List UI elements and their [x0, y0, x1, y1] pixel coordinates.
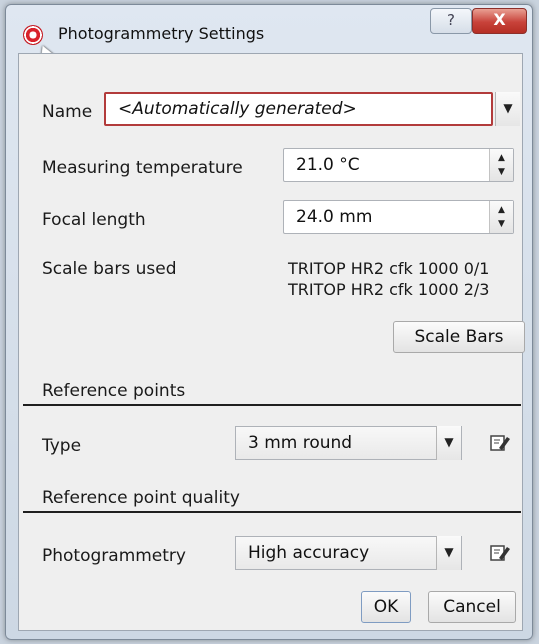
edit-icon[interactable] [489, 434, 511, 452]
help-button[interactable]: ? [430, 8, 472, 34]
type-value: 3 mm round [248, 433, 353, 453]
dropdown-arrow-icon: ▼ [444, 545, 454, 559]
name-field[interactable]: <Automatically generated> [104, 92, 493, 126]
scale-bars-label: Scale bars used [42, 259, 177, 279]
photogrammetry-value: High accuracy [248, 543, 370, 563]
section-divider [23, 404, 521, 406]
focal-length-spin-buttons[interactable]: ▲ ▼ [489, 201, 513, 233]
edit-icon[interactable] [489, 544, 511, 562]
photogrammetry-label: Photogrammetry [42, 546, 186, 566]
dialog-window: Photogrammetry Settings ? X Name <Automa… [5, 4, 533, 640]
scale-bars-button[interactable]: Scale Bars [393, 321, 525, 353]
cancel-button[interactable]: Cancel [428, 591, 516, 623]
window-title: Photogrammetry Settings [58, 24, 265, 43]
focal-length-label: Focal length [42, 210, 146, 230]
spinner-icon: ▲ ▼ [498, 153, 505, 177]
type-label: Type [42, 436, 82, 456]
help-icon: ? [447, 11, 455, 29]
app-icon [23, 25, 43, 45]
reference-points-heading: Reference points [42, 381, 186, 401]
temperature-spin-buttons[interactable]: ▲ ▼ [489, 149, 513, 181]
name-label: Name [42, 102, 93, 122]
section-divider [23, 511, 521, 513]
type-dropdown-button[interactable]: ▼ [436, 426, 461, 460]
name-dropdown-button[interactable]: ▼ [495, 92, 520, 126]
photogrammetry-combobox[interactable]: High accuracy ▼ [235, 536, 462, 570]
temperature-spinbox[interactable]: 21.0 °C ▲ ▼ [283, 148, 514, 182]
close-icon: X [493, 10, 506, 29]
scale-bar-item: TRITOP HR2 cfk 1000 0/1 [288, 259, 490, 278]
dropdown-arrow-icon: ▼ [444, 435, 454, 449]
dialog-content: Name <Automatically generated> ▼ Measuri… [18, 53, 525, 631]
type-combobox[interactable]: 3 mm round ▼ [235, 426, 462, 460]
focal-length-spinbox[interactable]: 24.0 mm ▲ ▼ [283, 200, 514, 234]
spinner-icon: ▲ ▼ [498, 205, 505, 229]
reference-quality-heading: Reference point quality [42, 488, 240, 508]
temperature-value: 21.0 °C [296, 155, 360, 175]
focal-length-value: 24.0 mm [296, 207, 373, 227]
close-button[interactable]: X [472, 8, 527, 34]
ok-button[interactable]: OK [361, 591, 411, 623]
photogrammetry-dropdown-button[interactable]: ▼ [436, 536, 461, 570]
name-value: <Automatically generated> [118, 99, 357, 119]
scale-bar-item: TRITOP HR2 cfk 1000 2/3 [288, 280, 490, 299]
temperature-label: Measuring temperature [42, 158, 243, 178]
dropdown-arrow-icon: ▼ [503, 101, 513, 115]
title-bar[interactable]: Photogrammetry Settings ? X [6, 5, 532, 67]
